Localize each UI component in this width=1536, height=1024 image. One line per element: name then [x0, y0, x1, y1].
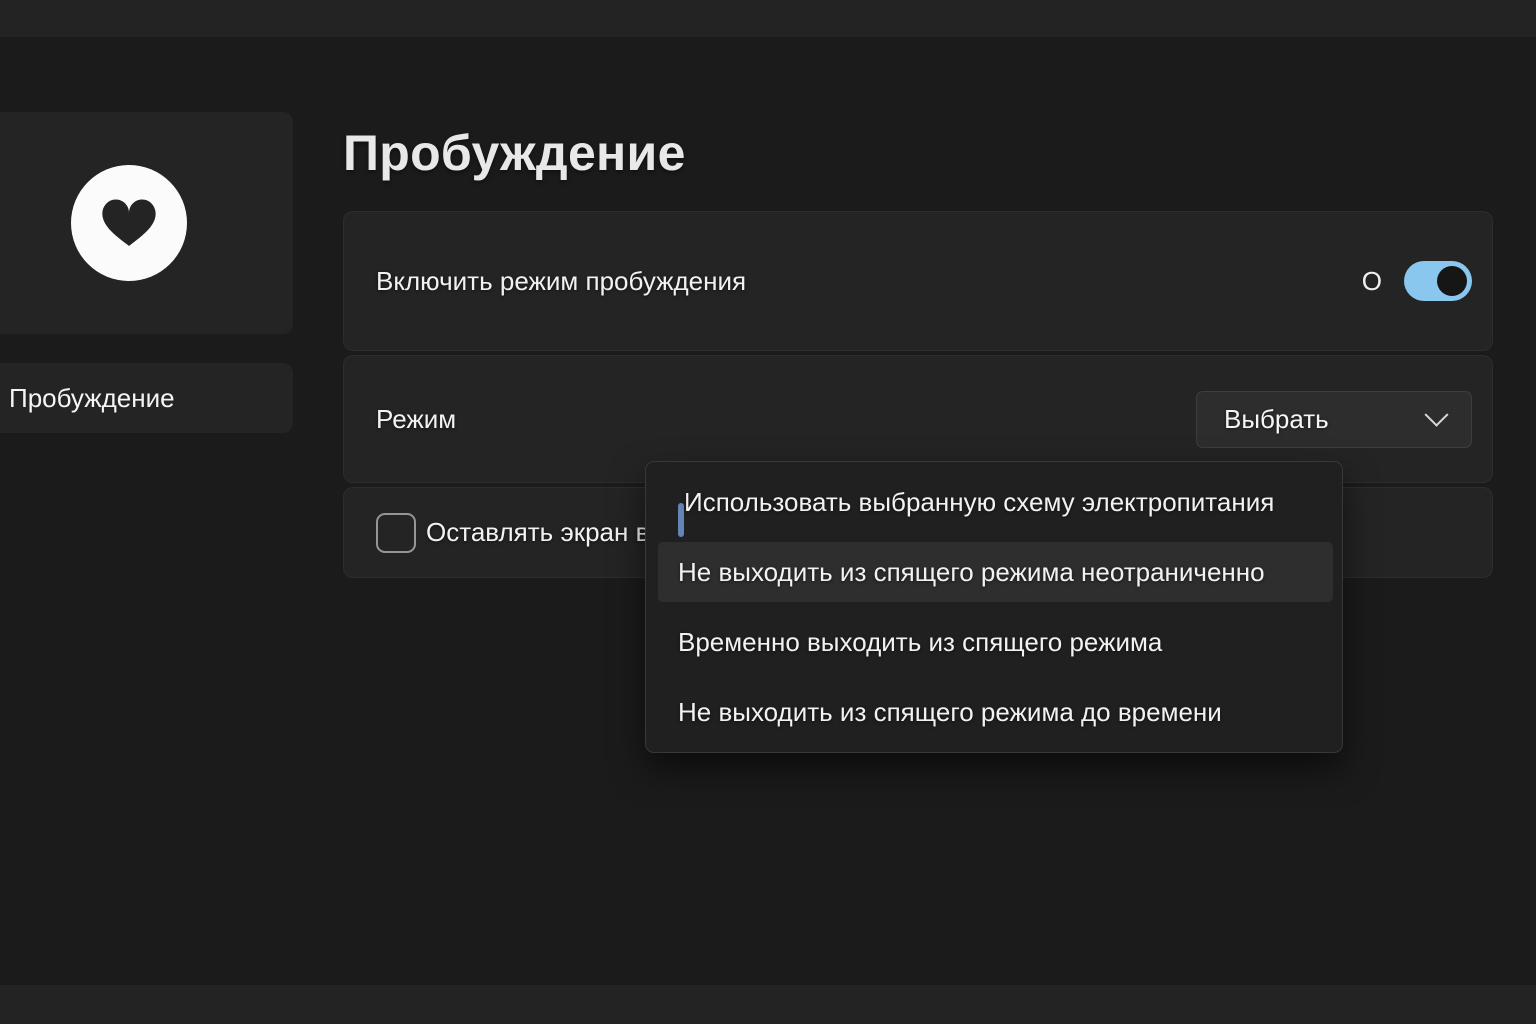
keep-screen-label: Оставлять экран в	[426, 517, 649, 548]
sidebar-item-label: Пробуждение	[9, 383, 175, 414]
menu-item-label: Использовать выбранную схему электропита…	[684, 487, 1274, 518]
sidebar-item-awake[interactable]: Пробуждение	[0, 363, 293, 433]
mode-label: Режим	[376, 404, 456, 435]
chevron-down-icon	[1424, 402, 1448, 426]
mode-dropdown-menu: Использовать выбранную схему электропита…	[645, 461, 1343, 753]
keep-screen-checkbox[interactable]	[376, 513, 416, 553]
window-bottom-strip	[0, 985, 1536, 1024]
awake-settings-screen: Пробуждение Пробуждение Включить режим п…	[0, 0, 1536, 1024]
enable-awake-toggle[interactable]	[1404, 261, 1472, 301]
enable-awake-label: Включить режим пробуждения	[376, 266, 746, 297]
window-top-strip	[0, 0, 1536, 37]
page-title: Пробуждение	[343, 124, 686, 182]
menu-item-keep-awake-indefinitely[interactable]: Не выходить из спящего режима неотраниче…	[658, 537, 1333, 607]
mode-select-button-label: Выбрать	[1224, 404, 1329, 435]
toggle-knob-icon	[1437, 266, 1467, 296]
menu-item-label: Временно выходить из спящего режима	[678, 627, 1162, 658]
menu-item-label: Не выходить из спящего режима неотраниче…	[678, 557, 1265, 588]
toggle-state-label: О	[1362, 266, 1382, 297]
module-icon-card	[0, 112, 293, 334]
mode-select-button[interactable]: Выбрать	[1196, 391, 1472, 448]
menu-item-keep-awake-until-time[interactable]: Не выходить из спящего режима до времени	[658, 677, 1333, 747]
enable-awake-controls: О	[1362, 261, 1472, 301]
heart-icon	[71, 165, 187, 281]
enable-awake-card: Включить режим пробуждения О	[343, 211, 1493, 351]
menu-item-power-scheme[interactable]: Использовать выбранную схему электропита…	[658, 467, 1333, 537]
heart-shape	[96, 192, 162, 254]
menu-item-keep-awake-temporarily[interactable]: Временно выходить из спящего режима	[658, 607, 1333, 677]
menu-item-label: Не выходить из спящего режима до времени	[678, 697, 1222, 728]
